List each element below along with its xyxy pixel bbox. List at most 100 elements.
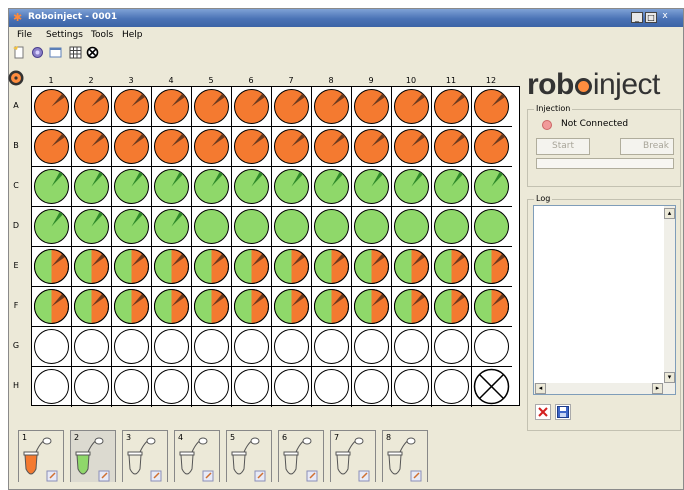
- well-G8[interactable]: [312, 327, 352, 367]
- well-C6[interactable]: [232, 167, 272, 207]
- well-C8[interactable]: [312, 167, 352, 207]
- well-E8[interactable]: [312, 247, 352, 287]
- row-label-B[interactable]: B: [8, 141, 24, 150]
- well-B4[interactable]: [152, 127, 192, 167]
- well-E11[interactable]: [432, 247, 472, 287]
- menu-tools[interactable]: Tools: [91, 30, 113, 40]
- well-H2[interactable]: [72, 367, 112, 407]
- column-label-7[interactable]: 7: [271, 76, 311, 85]
- well-A2[interactable]: [72, 87, 112, 127]
- well-E12[interactable]: [472, 247, 512, 287]
- log-text-area[interactable]: ▴ ▾ ◂ ▸: [533, 205, 676, 395]
- well-H8[interactable]: [312, 367, 352, 407]
- row-label-F[interactable]: F: [8, 301, 24, 310]
- title-bar[interactable]: ✱ Roboinject - 0001 _ □ x: [9, 9, 683, 27]
- well-F1[interactable]: [32, 287, 72, 327]
- well-E1[interactable]: [32, 247, 72, 287]
- well-B12[interactable]: [472, 127, 512, 167]
- well-E6[interactable]: [232, 247, 272, 287]
- well-A10[interactable]: [392, 87, 432, 127]
- well-A3[interactable]: [112, 87, 152, 127]
- row-label-G[interactable]: G: [8, 341, 24, 350]
- well-E4[interactable]: [152, 247, 192, 287]
- well-H6[interactable]: [232, 367, 272, 407]
- well-H1[interactable]: [32, 367, 72, 407]
- well-F6[interactable]: [232, 287, 272, 327]
- tube-6[interactable]: 6: [278, 430, 324, 482]
- well-C12[interactable]: [472, 167, 512, 207]
- tube-3[interactable]: 3: [122, 430, 168, 482]
- well-G12[interactable]: [472, 327, 512, 367]
- maximize-button[interactable]: □: [645, 12, 657, 23]
- column-label-9[interactable]: 9: [351, 76, 391, 85]
- new-file-icon[interactable]: [13, 46, 26, 59]
- well-H9[interactable]: [352, 367, 392, 407]
- well-D12[interactable]: [472, 207, 512, 247]
- well-F2[interactable]: [72, 287, 112, 327]
- break-button[interactable]: Break: [620, 138, 674, 155]
- well-A7[interactable]: [272, 87, 312, 127]
- single-view-icon[interactable]: [49, 46, 62, 59]
- well-D7[interactable]: [272, 207, 312, 247]
- well-D4[interactable]: [152, 207, 192, 247]
- well-G5[interactable]: [192, 327, 232, 367]
- save-log-button[interactable]: [555, 404, 571, 420]
- well-D6[interactable]: [232, 207, 272, 247]
- row-label-A[interactable]: A: [8, 101, 24, 110]
- column-label-6[interactable]: 6: [231, 76, 271, 85]
- column-label-10[interactable]: 10: [391, 76, 431, 85]
- well-G4[interactable]: [152, 327, 192, 367]
- row-label-D[interactable]: D: [8, 221, 24, 230]
- well-E2[interactable]: [72, 247, 112, 287]
- tube-4[interactable]: 4: [174, 430, 220, 482]
- well-D2[interactable]: [72, 207, 112, 247]
- well-C10[interactable]: [392, 167, 432, 207]
- well-F9[interactable]: [352, 287, 392, 327]
- well-C11[interactable]: [432, 167, 472, 207]
- well-C1[interactable]: [32, 167, 72, 207]
- well-G7[interactable]: [272, 327, 312, 367]
- well-A11[interactable]: [432, 87, 472, 127]
- well-B8[interactable]: [312, 127, 352, 167]
- row-label-C[interactable]: C: [8, 181, 24, 190]
- column-label-2[interactable]: 2: [71, 76, 111, 85]
- column-label-1[interactable]: 1: [31, 76, 71, 85]
- well-B10[interactable]: [392, 127, 432, 167]
- well-B2[interactable]: [72, 127, 112, 167]
- well-C9[interactable]: [352, 167, 392, 207]
- well-G11[interactable]: [432, 327, 472, 367]
- well-G9[interactable]: [352, 327, 392, 367]
- well-B9[interactable]: [352, 127, 392, 167]
- well-G3[interactable]: [112, 327, 152, 367]
- well-B6[interactable]: [232, 127, 272, 167]
- well-F4[interactable]: [152, 287, 192, 327]
- well-C4[interactable]: [152, 167, 192, 207]
- well-A12[interactable]: [472, 87, 512, 127]
- column-label-5[interactable]: 5: [191, 76, 231, 85]
- well-E9[interactable]: [352, 247, 392, 287]
- well-D9[interactable]: [352, 207, 392, 247]
- well-A5[interactable]: [192, 87, 232, 127]
- well-E5[interactable]: [192, 247, 232, 287]
- tube-8[interactable]: 8: [382, 430, 428, 482]
- well-F3[interactable]: [112, 287, 152, 327]
- tube-1[interactable]: 1: [18, 430, 64, 482]
- menu-settings[interactable]: Settings: [46, 30, 83, 40]
- well-A8[interactable]: [312, 87, 352, 127]
- well-C7[interactable]: [272, 167, 312, 207]
- column-label-4[interactable]: 4: [151, 76, 191, 85]
- well-H5[interactable]: [192, 367, 232, 407]
- scroll-up-arrow-icon[interactable]: ▴: [664, 208, 675, 219]
- well-B5[interactable]: [192, 127, 232, 167]
- well-E10[interactable]: [392, 247, 432, 287]
- scroll-left-arrow-icon[interactable]: ◂: [535, 383, 546, 394]
- plate-select-all-icon[interactable]: [8, 70, 24, 86]
- row-label-E[interactable]: E: [8, 261, 24, 270]
- well-B7[interactable]: [272, 127, 312, 167]
- well-F12[interactable]: [472, 287, 512, 327]
- well-G10[interactable]: [392, 327, 432, 367]
- well-H12[interactable]: [472, 367, 512, 407]
- well-F10[interactable]: [392, 287, 432, 327]
- well-F7[interactable]: [272, 287, 312, 327]
- well-D3[interactable]: [112, 207, 152, 247]
